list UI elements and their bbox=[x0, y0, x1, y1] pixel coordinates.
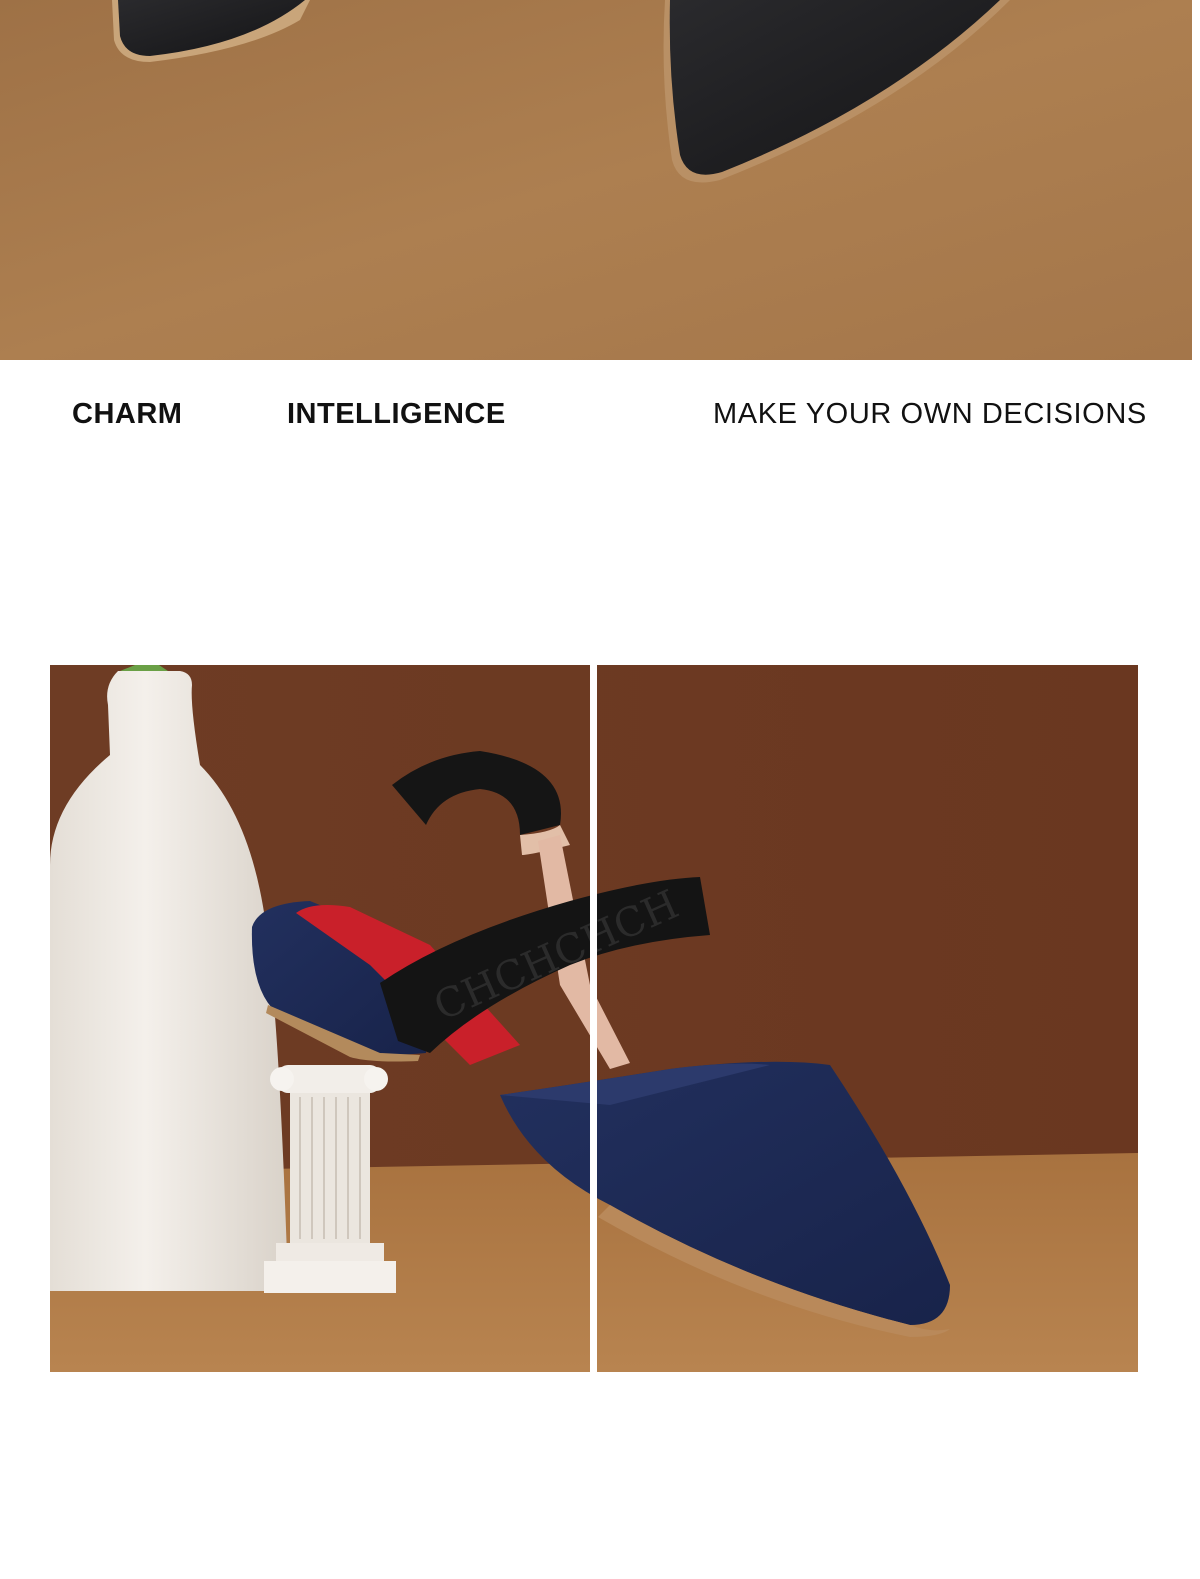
tagline-row: CHARM INTELLIGENCE MAKE YOUR OWN DECISIO… bbox=[0, 360, 1200, 470]
tagline-intelligence: INTELLIGENCE bbox=[287, 398, 506, 430]
tagline-decisions: MAKE YOUR OWN DECISIONS bbox=[713, 398, 1147, 430]
product-photo: CHCHCHCH bbox=[50, 665, 1138, 1372]
photo-divider bbox=[590, 665, 597, 1372]
tagline-charm: CHARM bbox=[72, 398, 183, 430]
hero-image bbox=[0, 0, 1192, 360]
